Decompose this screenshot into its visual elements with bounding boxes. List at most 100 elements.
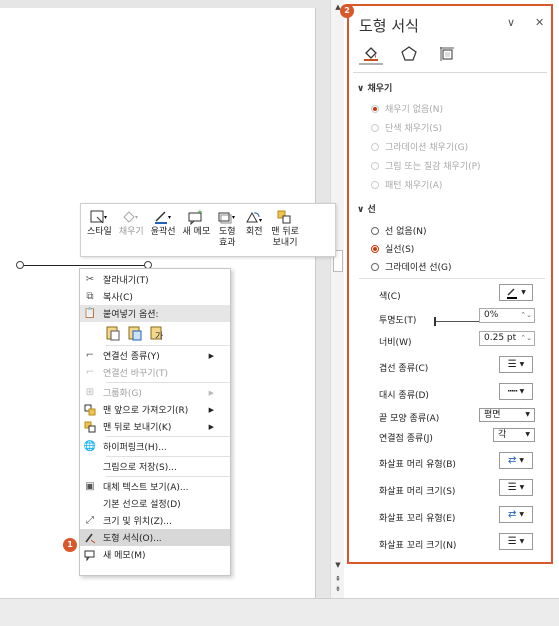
width-label: 너비(W) xyxy=(379,338,412,348)
svg-text:▾: ▾ xyxy=(104,214,107,221)
new-comment-button[interactable]: + 새 메모 xyxy=(183,207,211,256)
svg-text:+: + xyxy=(197,209,203,216)
fill-section-header[interactable]: ∨ 채우기 xyxy=(357,81,392,94)
paste-icon: 📋 xyxy=(83,308,97,319)
menu-separator xyxy=(106,345,230,346)
tab-fill-line[interactable] xyxy=(359,43,383,65)
fill-line-icon xyxy=(364,47,378,61)
shape-effects-button[interactable]: ▾ 도형 효과 xyxy=(217,207,237,256)
compound-type-dropdown[interactable]: ☰ ▼ xyxy=(499,356,533,373)
fill-picture-radio[interactable]: 그림 또는 질감 채우기(P) xyxy=(371,159,481,172)
effects-icon xyxy=(401,46,417,61)
menu-new-comment[interactable]: 새 메모(M) xyxy=(80,546,230,563)
line-gradient-radio[interactable]: 그라데이션 선(G) xyxy=(371,260,452,273)
transparency-input[interactable]: 0% ⌃⌄ xyxy=(479,308,535,323)
menu-separator xyxy=(106,436,230,437)
outline-button[interactable]: ▾ 윤곽선 xyxy=(151,207,176,256)
end-arrow-size-dropdown[interactable]: ☰ ▼ xyxy=(499,533,533,550)
pane-tabs xyxy=(359,43,473,65)
group-icon: ⊞ xyxy=(85,387,95,398)
line-shape[interactable] xyxy=(20,265,148,266)
fill-pattern-radio[interactable]: 패턴 채우기(A) xyxy=(371,178,442,191)
prev-slide-icon[interactable]: ⇞ xyxy=(332,574,344,584)
pen-color-icon xyxy=(507,287,518,299)
bring-to-front-icon xyxy=(83,403,97,417)
menu-separator xyxy=(106,456,230,457)
transparency-slider[interactable] xyxy=(434,317,481,326)
begin-arrow-type-dropdown[interactable]: ⇄ ▼ xyxy=(499,452,533,469)
menu-alt-text[interactable]: ▣ 대체 텍스트 보기(A)... xyxy=(80,478,230,495)
scroll-down-icon[interactable]: ▼ xyxy=(332,560,344,570)
menu-group[interactable]: ⊞ 그룹화(G) ▶ xyxy=(80,384,230,401)
compound-lines-icon: ☰ xyxy=(507,359,517,370)
tab-size-properties[interactable] xyxy=(435,43,459,65)
color-label: 색(C) xyxy=(379,292,401,302)
submenu-arrow-icon: ▶ xyxy=(208,351,214,360)
size-position-icon: ⤢ xyxy=(86,515,94,526)
svg-text:▾: ▾ xyxy=(135,214,138,221)
join-type-select[interactable]: 각 ▼ xyxy=(493,428,535,442)
new-comment-icon: + xyxy=(187,207,205,227)
paste-picture-icon[interactable] xyxy=(126,324,144,342)
dash-type-label: 대시 종류(D) xyxy=(379,391,429,401)
line-solid-radio[interactable]: 실선(S) xyxy=(371,242,414,255)
line-none-radio[interactable]: 선 없음(N) xyxy=(371,224,426,237)
send-to-back-button[interactable]: 맨 뒤로 보내기 xyxy=(271,207,299,256)
next-slide-icon[interactable]: ⇟ xyxy=(332,584,344,594)
menu-copy[interactable]: ⧉ 복사(C) xyxy=(80,288,230,305)
submenu-arrow-icon: ▶ xyxy=(208,422,214,431)
width-input[interactable]: 0.25 pt ⌃⌄ xyxy=(479,331,535,346)
cap-type-select[interactable]: 평면 ▼ xyxy=(479,408,535,422)
fill-solid-radio[interactable]: 단색 채우기(S) xyxy=(371,121,442,134)
line-color-dropdown[interactable]: ▼ xyxy=(499,284,533,301)
fill-button[interactable]: ▾ 채우기 xyxy=(119,207,144,256)
paste-keep-source-icon[interactable] xyxy=(104,324,122,342)
join-type-label: 연결점 종류(J) xyxy=(379,434,433,444)
end-arrow-type-dropdown[interactable]: ⇄ ▼ xyxy=(499,506,533,523)
fill-gradient-radio[interactable]: 그라데이션 채우기(G) xyxy=(371,140,468,153)
menu-cut[interactable]: ✂ 잘라내기(T) xyxy=(80,271,230,288)
line-section-header[interactable]: ∨ 선 xyxy=(357,202,376,215)
copy-icon: ⧉ xyxy=(86,291,94,302)
send-to-back-icon xyxy=(83,420,97,434)
menu-size-position[interactable]: ⤢ 크기 및 위치(Z)... xyxy=(80,512,230,529)
arrow-type-icon: ⇄ xyxy=(507,455,517,466)
svg-text:▾: ▾ xyxy=(232,214,235,221)
menu-set-default-line[interactable]: 기본 선으로 설정(D) xyxy=(80,495,230,512)
hyperlink-icon: 🌐 xyxy=(83,441,97,452)
end-arrow-size-label: 화살표 꼬리 크기(N) xyxy=(379,541,457,551)
close-icon[interactable]: ✕ xyxy=(535,16,544,29)
menu-send-to-back[interactable]: 맨 뒤로 보내기(K) ▶ xyxy=(80,418,230,435)
begin-arrow-size-dropdown[interactable]: ☰ ▼ xyxy=(499,479,533,496)
submenu-arrow-icon: ▶ xyxy=(208,388,214,397)
line-start-handle[interactable] xyxy=(16,261,24,269)
dash-lines-icon: ┅┅ xyxy=(507,386,518,397)
pane-title: 도형 서식 xyxy=(359,17,419,35)
menu-reroute-connectors[interactable]: ⌐ 연결선 바꾸기(T) xyxy=(80,364,230,381)
menu-format-shape[interactable]: 도형 서식(O)... xyxy=(80,529,230,546)
pane-divider xyxy=(353,72,547,73)
tab-effects[interactable] xyxy=(397,43,421,65)
end-arrow-type-label: 화살표 꼬리 유형(E) xyxy=(379,514,456,524)
menu-hyperlink[interactable]: 🌐 하이퍼링크(H)... xyxy=(80,438,230,455)
vertical-scrollbar[interactable]: ▲ ▼ ⇞ ⇟ xyxy=(330,0,344,598)
outline-icon: ▾ xyxy=(153,207,173,227)
dash-type-dropdown[interactable]: ┅┅ ▼ xyxy=(499,383,533,400)
menu-save-as-picture[interactable]: 그림으로 저장(S)... xyxy=(80,458,230,475)
arrow-size-icon: ☰ xyxy=(507,482,517,493)
rotate-button[interactable]: ▾ 회전 xyxy=(244,207,264,256)
compound-type-label: 겹선 종류(C) xyxy=(379,364,429,374)
fill-none-radio[interactable]: 채우기 없음(N) xyxy=(371,102,443,115)
paste-text-only-icon[interactable]: 가 xyxy=(148,324,166,342)
cap-type-label: 끝 모양 종류(A) xyxy=(379,414,440,424)
menu-connector-type[interactable]: ⌐ 연결선 종류(Y) ▶ xyxy=(80,347,230,364)
menu-bring-to-front[interactable]: 맨 앞으로 가져오기(R) ▶ xyxy=(80,401,230,418)
pane-options-chevron-icon[interactable]: ∨ xyxy=(507,16,515,29)
step-badge-2: 2 xyxy=(340,4,354,18)
svg-text:▾: ▾ xyxy=(168,214,171,221)
fill-icon: ▾ xyxy=(121,207,141,227)
style-button[interactable]: ▾ 스타일 xyxy=(87,207,112,256)
blank-icon xyxy=(83,460,97,474)
size-properties-icon xyxy=(440,47,454,61)
rotate-icon: ▾ xyxy=(244,207,264,227)
